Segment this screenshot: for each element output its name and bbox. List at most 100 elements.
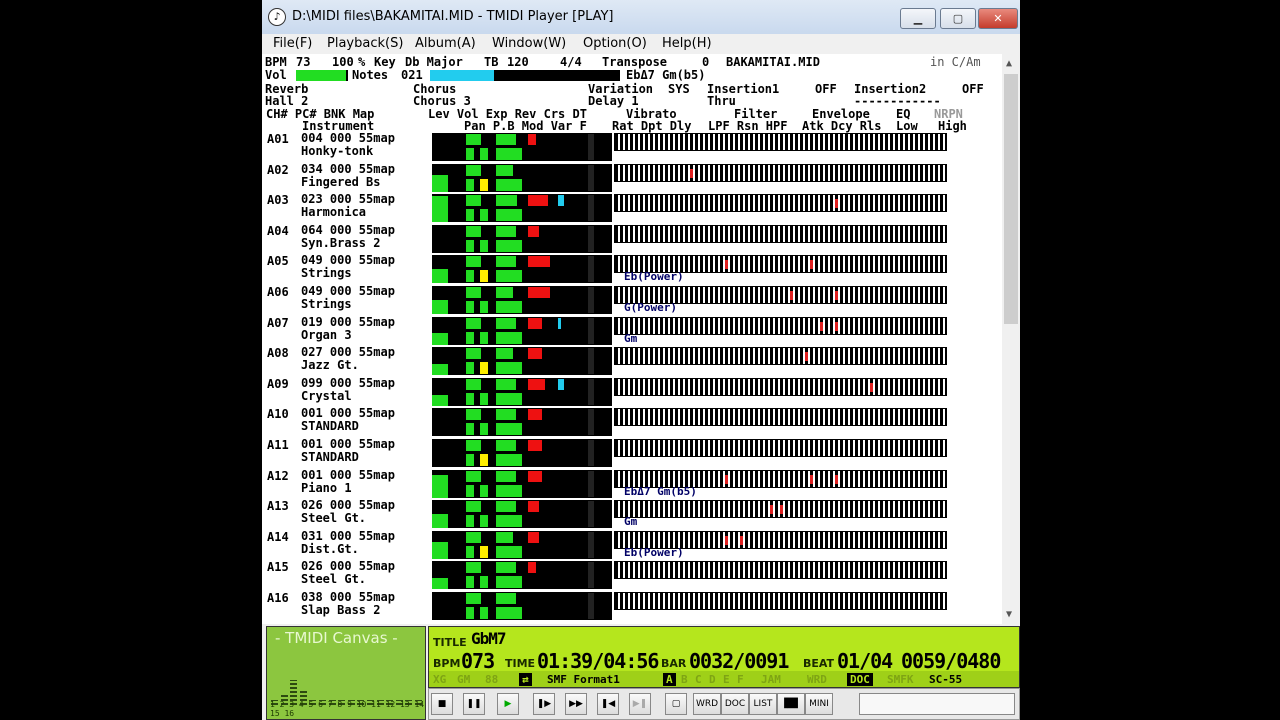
doc-button[interactable]: DOC <box>721 693 749 715</box>
volume-meter <box>466 531 482 543</box>
title-bar[interactable]: ♪ D:\MIDI files\BAKAMITAI.MID - TMIDI Pl… <box>262 0 1020 35</box>
level-meter <box>432 394 448 406</box>
channel-row[interactable]: A09 099 000 55map Crystal <box>264 376 1000 407</box>
program-number: 001 000 55map <box>301 406 395 421</box>
reverb-meter <box>528 562 537 574</box>
list-button[interactable]: LIST <box>749 693 777 715</box>
insertion2-state: OFF <box>962 82 984 96</box>
key-hit-marker <box>835 199 838 209</box>
port-a: A <box>663 673 676 686</box>
menu-help[interactable]: Help(H) <box>662 36 712 51</box>
next-track-button[interactable]: ▶▶ <box>565 693 587 715</box>
expression-meter <box>496 287 513 298</box>
channel-chord: Eb(Power) <box>624 270 684 284</box>
menu-album[interactable]: Album(A) <box>415 36 476 51</box>
spectrum-button[interactable]: ▐█▌ <box>777 693 805 715</box>
menu-window[interactable]: Window(W) <box>492 36 566 51</box>
piano-keyboard <box>614 592 947 610</box>
channel-row[interactable]: A01 004 000 55map Honky-tonk <box>264 132 1000 162</box>
channel-row[interactable]: A10 001 000 55map STANDARD <box>264 407 1000 437</box>
channel-row[interactable]: A02 034 000 55map Fingered Bs <box>264 162 1000 193</box>
dt-meter <box>588 348 594 375</box>
notes-value: 021 <box>401 68 423 82</box>
mini-button[interactable]: MINI <box>805 693 833 715</box>
volume-meter <box>466 562 482 574</box>
channel-row[interactable]: A13 026 000 55map Steel Gt. Gm <box>264 499 1000 529</box>
expression-meter <box>496 470 516 482</box>
master-volume-bar <box>296 70 346 81</box>
play-button[interactable]: ▶ <box>497 693 519 715</box>
channel-instrument: 027 000 55map Jazz Gt. <box>301 346 395 372</box>
channel-meters <box>432 561 612 590</box>
lcd-display: TITLE GbM7 BPM 073 TIME 01:39/04:56 BAR … <box>428 626 1020 688</box>
wrd-button[interactable]: WRD <box>693 693 721 715</box>
pitch-bend-meter <box>496 178 522 191</box>
program-number: 004 000 55map <box>301 131 395 145</box>
expression-meter <box>496 225 516 237</box>
close-button[interactable]: ✕ <box>978 8 1018 29</box>
volume-meter <box>466 317 482 329</box>
window-button[interactable]: ▢ <box>665 693 687 715</box>
channel-row[interactable]: A11 001 000 55map STANDARD <box>264 438 1000 468</box>
volume-meter <box>466 287 482 298</box>
expression-meter <box>496 256 516 268</box>
previous-track-button[interactable]: ❚◀ <box>597 693 619 715</box>
channel-row[interactable]: A06 049 000 55map Strings G(Power) <box>264 285 1000 315</box>
dt-meter <box>588 470 594 497</box>
expression-meter <box>496 593 516 604</box>
instrument-name: Steel Gt. <box>301 572 367 587</box>
channel-instrument: 034 000 55map Fingered Bs <box>301 162 395 189</box>
pitch-bend-meter <box>496 545 522 558</box>
menu-file[interactable]: File(F) <box>273 36 312 51</box>
channel-row[interactable]: A15 026 000 55map Steel Gt. <box>264 560 1000 590</box>
channel-row[interactable]: A08 027 000 55map Jazz Gt. <box>264 346 1000 376</box>
skip-end-button[interactable]: ▶❚ <box>629 693 651 715</box>
scroll-up-icon[interactable]: ▲ <box>1006 58 1012 69</box>
menu-option[interactable]: Option(O) <box>583 36 647 51</box>
vertical-scrollbar[interactable]: ▲ ▼ <box>1002 54 1020 624</box>
dt-meter <box>588 531 594 558</box>
port-d: D <box>709 673 716 686</box>
smf-format: SMF Format1 <box>547 673 620 686</box>
pitch-bend-meter <box>496 209 522 222</box>
lcd-bpm-label: BPM <box>433 657 461 670</box>
piano-keyboard <box>614 408 947 427</box>
menu-playback[interactable]: Playback(S) <box>327 36 403 51</box>
piano-keyboard <box>614 347 947 366</box>
stop-button[interactable]: ■ <box>431 693 453 715</box>
mod-meter <box>480 576 488 589</box>
channel-row[interactable]: A05 049 000 55map Strings Eb(Power) <box>264 254 1000 284</box>
scroll-down-icon[interactable]: ▼ <box>1006 609 1012 620</box>
channel-row[interactable]: A16 038 000 55map Slap Bass 2 <box>264 591 1000 621</box>
lcd-bpm: 073 <box>461 649 495 673</box>
channel-row[interactable]: A04 064 000 55map Syn.Brass 2 <box>264 223 1000 254</box>
scroll-thumb[interactable] <box>1004 74 1018 324</box>
port-f: F <box>737 673 744 686</box>
step-button[interactable]: ❚▶ <box>533 693 555 715</box>
mod-meter <box>480 178 488 191</box>
flag-xg: XG <box>433 673 447 686</box>
position-slider[interactable] <box>859 693 1015 715</box>
minimize-button[interactable]: ▁ <box>900 8 936 29</box>
vol-label: Vol <box>265 68 287 82</box>
channel-row[interactable]: A03 023 000 55map Harmonica <box>264 193 1000 223</box>
maximize-button[interactable]: ▢ <box>940 8 976 29</box>
mod-meter <box>480 209 488 222</box>
flag-smfk: SMFK <box>887 673 914 686</box>
channel-id: A15 <box>267 560 289 575</box>
pan-meter <box>466 148 474 160</box>
channel-instrument: 001 000 55map STANDARD <box>301 407 395 433</box>
volume-meter <box>466 501 482 513</box>
channel-row[interactable]: A12 001 000 55map Piano 1 EbΔ7 Gm(b5) <box>264 468 1000 499</box>
channel-id: A11 <box>267 438 289 452</box>
channel-id: A07 <box>267 315 289 330</box>
channel-row[interactable]: A07 019 000 55map Organ 3 Gm <box>264 315 1000 346</box>
channel-chord: EbΔ7 Gm(b5) <box>624 484 697 498</box>
mod-meter <box>480 423 488 436</box>
instrument-name: Dist.Gt. <box>301 541 359 556</box>
channel-meters <box>432 224 612 253</box>
channel-row[interactable]: A14 031 000 55map Dist.Gt. Eb(Power) <box>264 529 1000 560</box>
pan-meter <box>466 545 474 558</box>
key-hit-marker <box>725 535 728 545</box>
pause-button[interactable]: ❚❚ <box>463 693 485 715</box>
